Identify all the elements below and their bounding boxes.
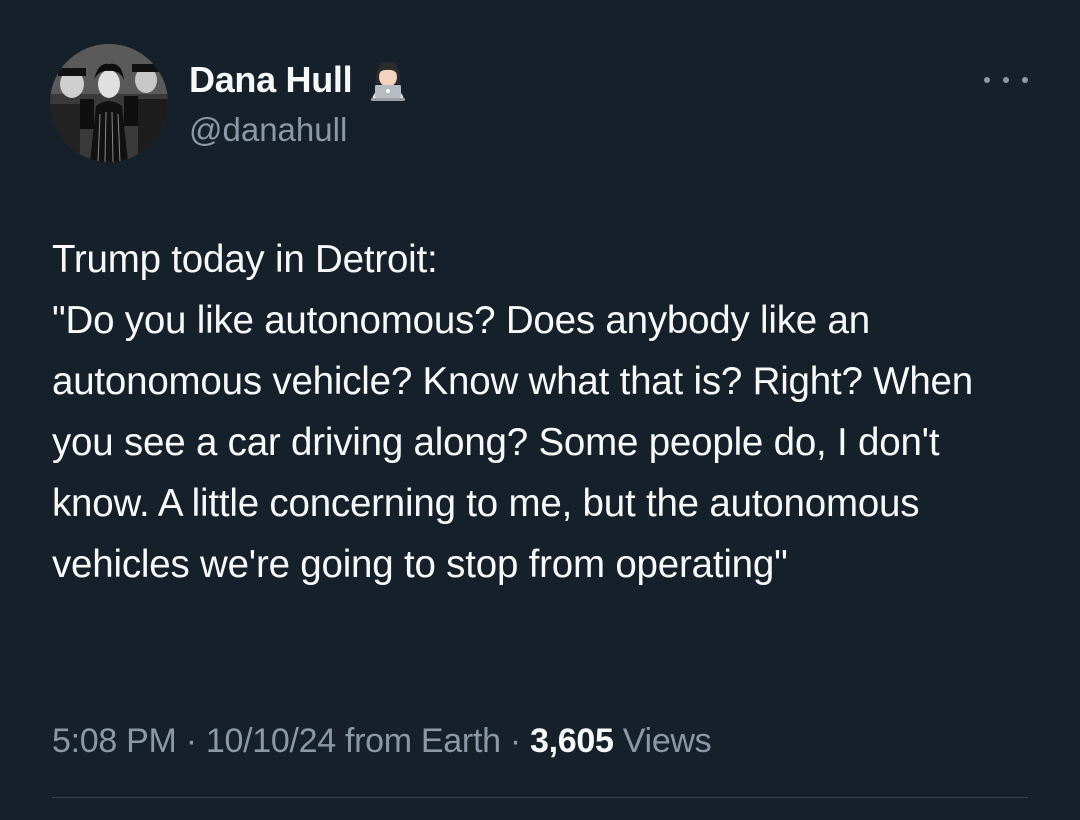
tweet-time[interactable]: 5:08 PM (52, 722, 177, 760)
more-dot (1022, 77, 1028, 83)
views-count[interactable]: 3,605 (530, 722, 614, 760)
more-options-icon[interactable] (984, 70, 1028, 90)
avatar[interactable] (50, 44, 168, 162)
author-handle[interactable]: @danahull (189, 111, 347, 149)
author-display-name[interactable]: Dana Hull (189, 59, 353, 101)
tweet-metadata: 5:08 PM · 10/10/24 from Earth · 3,605 Vi… (52, 722, 712, 761)
author-name-row: Dana Hull (189, 58, 410, 102)
meta-separator: · (509, 722, 521, 760)
tweet-source: from Earth (344, 722, 501, 760)
tweet-date[interactable]: 10/10/24 (206, 722, 336, 760)
avatar-image (50, 44, 168, 162)
technologist-emoji-icon (366, 58, 410, 102)
meta-separator: · (185, 722, 197, 760)
more-dot (1003, 77, 1009, 83)
divider (52, 797, 1028, 798)
views-label: Views (622, 722, 712, 760)
more-dot (984, 77, 990, 83)
tweet-text: Trump today in Detroit: "Do you like aut… (52, 238, 973, 586)
